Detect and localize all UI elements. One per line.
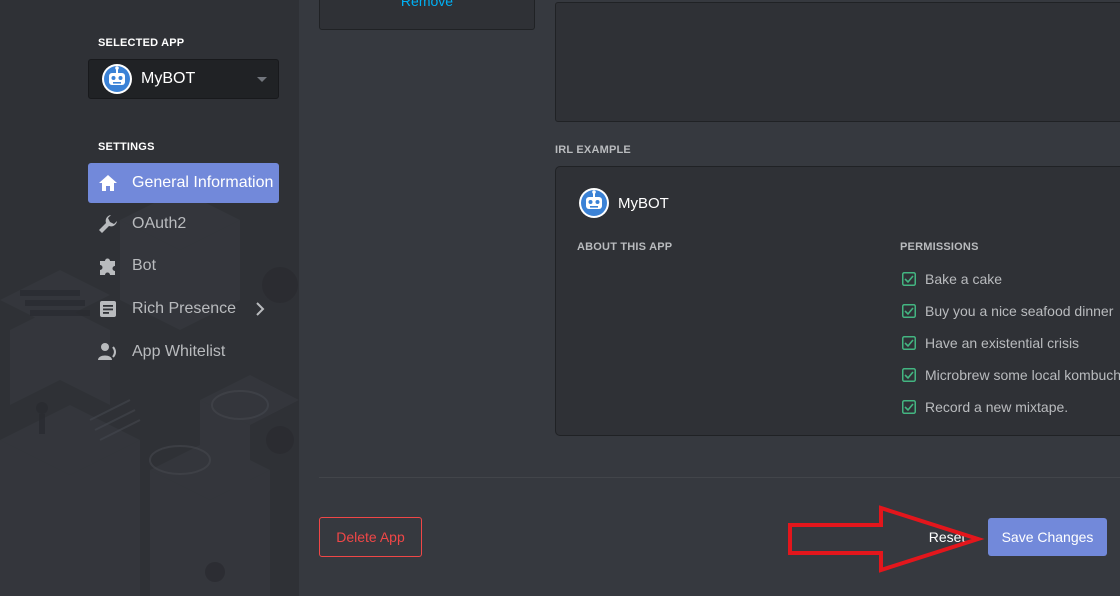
remove-icon-link[interactable]: Remove <box>320 0 534 9</box>
permissions-list: Bake a cake Buy you a nice seafood dinne… <box>902 263 1120 423</box>
list-item: Buy you a nice seafood dinner <box>902 295 1120 327</box>
selected-app-name: MyBOT <box>141 70 196 87</box>
sidebar-item-label: App Whitelist <box>132 343 226 360</box>
checkbox-checked-icon <box>902 304 916 318</box>
irl-app-header: MyBOT <box>578 187 669 219</box>
reset-button[interactable]: Reset <box>918 517 976 557</box>
sidebar-item-label: OAuth2 <box>132 215 187 232</box>
sidebar-item-oauth2[interactable]: OAuth2 <box>88 204 279 244</box>
app-icon-card: Remove <box>319 0 535 30</box>
person-phone-icon <box>96 340 120 364</box>
irl-example-card: MyBOT ABOUT THIS APP PERMISSIONS Bake a … <box>555 166 1120 436</box>
sidebar-item-label: General Information <box>132 174 274 191</box>
about-this-app-label: ABOUT THIS APP <box>577 241 673 253</box>
sidebar-item-bot[interactable]: Bot <box>88 246 279 286</box>
bot-avatar-icon <box>102 64 132 94</box>
document-icon <box>96 297 120 321</box>
permission-label: Microbrew some local kombucha <box>925 367 1120 383</box>
home-icon <box>96 171 120 195</box>
save-changes-button[interactable]: Save Changes <box>988 518 1107 556</box>
puzzle-icon <box>96 254 120 278</box>
irl-example-label: IRL EXAMPLE <box>555 144 631 156</box>
permissions-label: PERMISSIONS <box>900 241 979 253</box>
sidebar-item-app-whitelist[interactable]: App Whitelist <box>88 332 279 372</box>
bot-avatar-icon <box>579 188 609 218</box>
list-item: Record a new mixtape. <box>902 391 1120 423</box>
irl-app-name: MyBOT <box>618 194 669 212</box>
footer-divider <box>319 477 1120 478</box>
checkbox-checked-icon <box>902 336 916 350</box>
list-item: Microbrew some local kombucha <box>902 359 1120 391</box>
sidebar-item-rich-presence[interactable]: Rich Presence <box>88 289 279 329</box>
list-item: Bake a cake <box>902 263 1120 295</box>
app-selector[interactable]: MyBOT <box>88 59 279 99</box>
chevron-down-icon <box>257 77 267 82</box>
sidebar: SELECTED APP MyBOT SETTINGS General Info… <box>0 0 299 596</box>
description-textarea[interactable] <box>555 2 1120 122</box>
selected-app-label: SELECTED APP <box>98 37 185 49</box>
checkbox-checked-icon <box>902 272 916 286</box>
checkbox-checked-icon <box>902 368 916 382</box>
checkbox-checked-icon <box>902 400 916 414</box>
list-item: Have an existential crisis <box>902 327 1120 359</box>
permission-label: Bake a cake <box>925 271 1003 287</box>
chevron-right-icon <box>256 302 265 316</box>
sidebar-item-general-information[interactable]: General Information <box>88 163 279 203</box>
delete-app-button[interactable]: Delete App <box>319 517 422 557</box>
settings-label: SETTINGS <box>98 141 155 153</box>
sidebar-item-label: Bot <box>132 257 157 274</box>
sidebar-item-label: Rich Presence <box>132 300 237 317</box>
permission-label: Have an existential crisis <box>925 335 1080 351</box>
wrench-icon <box>96 212 120 236</box>
permission-label: Record a new mixtape. <box>925 399 1069 415</box>
permission-label: Buy you a nice seafood dinner <box>925 303 1114 319</box>
